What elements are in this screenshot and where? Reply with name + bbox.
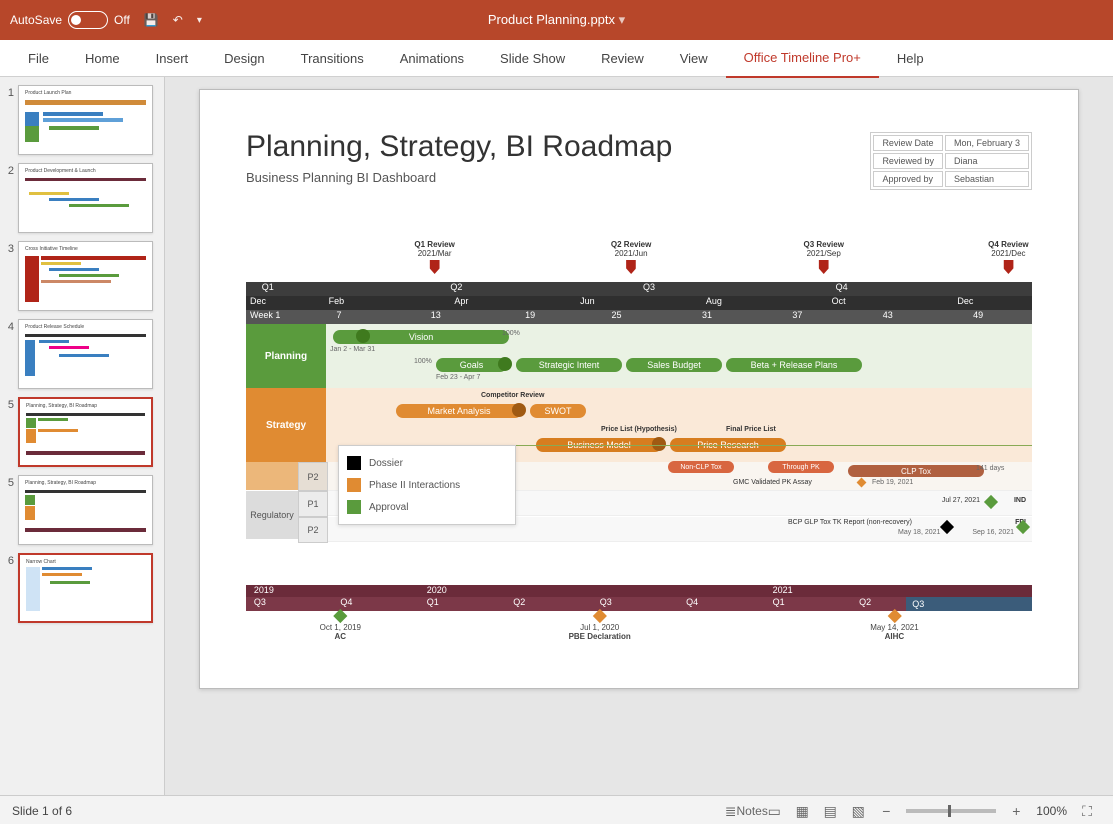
reading-view-icon[interactable]: ▤	[820, 802, 840, 820]
slideshow-view-icon[interactable]: ▧	[848, 802, 868, 820]
customize-icon[interactable]: ▾	[197, 15, 202, 26]
legend-popup: Dossier Phase II Interactions Approval	[338, 445, 516, 525]
thumbnail[interactable]: 3Cross Initiative Timeline	[4, 241, 160, 311]
slide-counter: Slide 1 of 6	[12, 804, 72, 818]
swimlane-planning: Planning Vision 100% Jan 2 - Mar 31 100%…	[246, 324, 1032, 388]
week-band: Week 1 7 13 19 25 31 37 43 49	[246, 310, 1032, 324]
tab-review[interactable]: Review	[583, 40, 662, 76]
thumbnail[interactable]: 4Product Release Schedule	[4, 319, 160, 389]
zoom-level: 100%	[1036, 804, 1067, 818]
notes-button[interactable]: ≣ Notes	[736, 802, 756, 820]
tab-animations[interactable]: Animations	[382, 40, 482, 76]
undo-icon[interactable]: ↶	[173, 13, 183, 27]
tab-file[interactable]: File	[10, 40, 67, 76]
autosave-label: AutoSave	[10, 13, 62, 27]
autosave-state: Off	[114, 13, 130, 27]
fit-icon[interactable]: ⛶	[1077, 802, 1097, 820]
tab-insert[interactable]: Insert	[138, 40, 207, 76]
tab-office-timeline[interactable]: Office Timeline Pro+	[726, 40, 879, 78]
meta-table: Review DateMon, February 3 Reviewed byDi…	[870, 132, 1032, 190]
tab-view[interactable]: View	[662, 40, 726, 76]
slide-canvas[interactable]: Planning, Strategy, BI Roadmap Business …	[165, 77, 1113, 795]
tab-design[interactable]: Design	[206, 40, 282, 76]
quarter-band: Q1 Q2 Q3 Q4	[246, 282, 1032, 296]
month-band: Dec Feb Apr Jun Aug Oct Dec	[246, 296, 1032, 310]
autosave-toggle[interactable]: AutoSave Off	[10, 11, 130, 29]
zoom-in-icon[interactable]: +	[1006, 802, 1026, 820]
save-icon[interactable]: 💾	[144, 13, 159, 27]
zoom-slider[interactable]	[906, 809, 996, 813]
zoom-out-icon[interactable]: −	[876, 802, 896, 820]
status-bar: Slide 1 of 6 ≣ Notes ▭ ▦ ▤ ▧ − + 100% ⛶	[0, 795, 1113, 824]
thumbnail[interactable]: 5Planning, Strategy, BI Roadmap	[4, 475, 160, 545]
tab-transitions[interactable]: Transitions	[283, 40, 382, 76]
title-bar: AutoSave Off 💾 ↶ ▾ Product Planning.pptx…	[0, 0, 1113, 40]
thumbnail[interactable]: 1Product Launch Plan	[4, 85, 160, 155]
tab-help[interactable]: Help	[879, 40, 942, 76]
bottom-timeline: 2019 2020 2021 Q3 Q4 Q1 Q2 Q3 Q4 Q1 Q2 Q…	[246, 585, 1032, 651]
tab-home[interactable]: Home	[67, 40, 138, 76]
normal-view-icon[interactable]: ▭	[764, 802, 784, 820]
tab-slideshow[interactable]: Slide Show	[482, 40, 583, 76]
slide-thumbnails: 1Product Launch Plan 2Product Developmen…	[0, 77, 165, 795]
slide: Planning, Strategy, BI Roadmap Business …	[199, 89, 1079, 689]
sorter-view-icon[interactable]: ▦	[792, 802, 812, 820]
timeline: Q1 Review2021/Mar Q2 Review2021/Jun Q3 R…	[246, 240, 1032, 543]
thumbnail[interactable]: 2Product Development & Launch	[4, 163, 160, 233]
file-name: Product Planning.pptx ▾	[488, 12, 625, 28]
thumbnail[interactable]: 6Narrow Chart	[4, 553, 160, 623]
thumbnail[interactable]: 5Planning, Strategy, BI Roadmap	[4, 397, 160, 467]
ribbon-tabs: File Home Insert Design Transitions Anim…	[0, 40, 1113, 77]
